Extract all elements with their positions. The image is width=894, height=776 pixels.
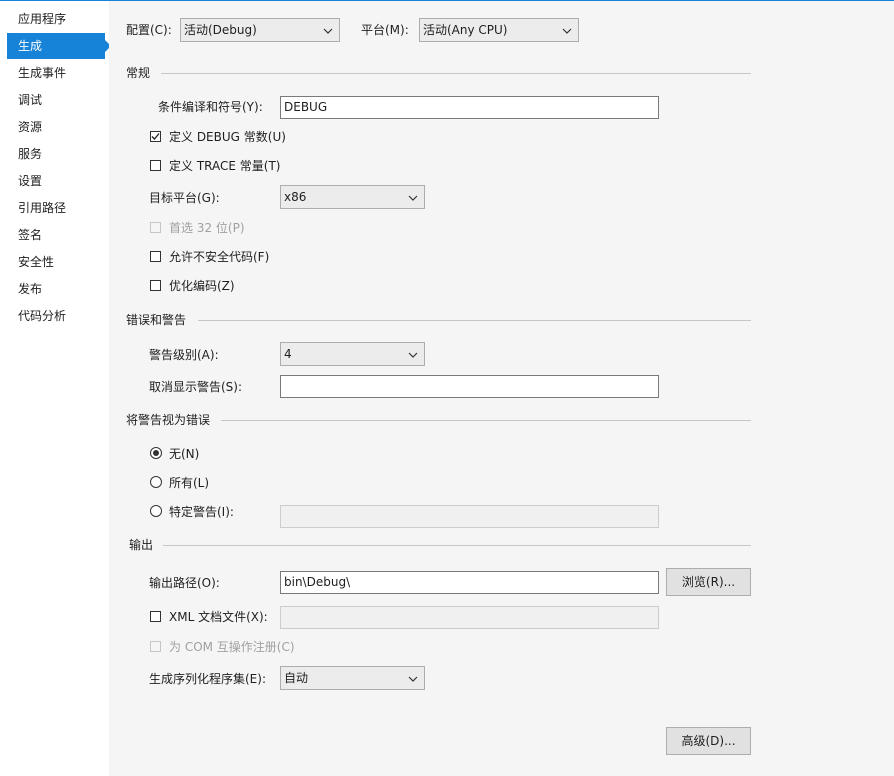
prefer-32bit-label: 首选 32 位(P) xyxy=(169,221,245,235)
sidebar-item-publish[interactable]: 发布 xyxy=(7,276,105,302)
output-path-label: 输出路径(O): xyxy=(149,576,220,590)
define-trace-label: 定义 TRACE 常量(T) xyxy=(169,159,281,173)
allow-unsafe-checkbox[interactable] xyxy=(150,251,161,262)
section-divider xyxy=(163,545,751,546)
radio-selected-dot xyxy=(153,450,159,456)
warning-level-value: 4 xyxy=(284,347,292,361)
sidebar-item-application[interactable]: 应用程序 xyxy=(7,6,105,32)
section-divider xyxy=(198,320,751,321)
chevron-down-icon xyxy=(408,676,418,682)
prefer-32bit-checkbox[interactable] xyxy=(150,222,161,233)
section-errors-title: 错误和警告 xyxy=(126,313,187,327)
sidebar-item-reference-paths[interactable]: 引用路径 xyxy=(7,195,105,221)
sidebar-item-build[interactable]: 生成 xyxy=(7,33,111,59)
sidebar-item-resources[interactable]: 资源 xyxy=(7,114,105,140)
define-trace-checkbox[interactable] xyxy=(150,160,161,171)
treat-warnings-none-radio[interactable] xyxy=(150,447,162,459)
xml-doc-label: XML 文档文件(X): xyxy=(169,610,268,624)
xml-doc-checkbox[interactable] xyxy=(150,611,161,622)
config-label: 配置(C): xyxy=(126,23,172,37)
section-divider xyxy=(161,73,751,74)
conditional-symbols-input[interactable]: DEBUG xyxy=(280,96,659,119)
section-treat-warnings-title: 将警告视为错误 xyxy=(126,413,211,427)
serialization-label: 生成序列化程序集(E): xyxy=(149,672,266,686)
treat-warnings-none-label: 无(N) xyxy=(169,447,200,461)
sidebar-item-services[interactable]: 服务 xyxy=(7,141,105,167)
treat-warnings-specific-radio[interactable] xyxy=(150,505,162,517)
section-output-title: 输出 xyxy=(129,538,154,552)
treat-warnings-all-label: 所有(L) xyxy=(169,476,210,490)
warning-level-select[interactable]: 4 xyxy=(280,342,425,366)
sidebar-item-settings[interactable]: 设置 xyxy=(7,168,105,194)
sidebar-item-security[interactable]: 安全性 xyxy=(7,249,105,275)
target-platform-label: 目标平台(G): xyxy=(149,191,220,205)
config-select[interactable]: 活动(Debug) xyxy=(180,18,340,42)
chevron-down-icon xyxy=(408,352,418,358)
treat-warnings-specific-label: 特定警告(I): xyxy=(169,505,234,519)
sidebar-item-build-events[interactable]: 生成事件 xyxy=(7,60,105,86)
platform-select[interactable]: 活动(Any CPU) xyxy=(419,18,579,42)
com-interop-checkbox[interactable] xyxy=(150,641,161,652)
optimize-code-label: 优化编码(Z) xyxy=(169,279,235,293)
sidebar: 应用程序 生成 生成事件 调试 资源 服务 设置 引用路径 签名 安全性 发布 … xyxy=(0,1,111,776)
platform-value: 活动(Any CPU) xyxy=(423,23,508,37)
define-debug-checkbox[interactable] xyxy=(150,131,161,142)
serialization-value: 自动 xyxy=(284,671,309,685)
output-path-input[interactable]: bin\Debug\ xyxy=(280,571,659,594)
section-general-title: 常规 xyxy=(126,66,151,80)
checkmark-icon xyxy=(151,133,160,140)
sidebar-item-signing[interactable]: 签名 xyxy=(7,222,105,248)
sidebar-item-code-analysis[interactable]: 代码分析 xyxy=(7,303,105,329)
com-interop-label: 为 COM 互操作注册(C) xyxy=(169,640,295,654)
warning-level-label: 警告级别(A): xyxy=(149,348,219,362)
specific-warnings-input[interactable] xyxy=(280,505,659,528)
target-platform-value: x86 xyxy=(284,190,307,204)
section-divider xyxy=(221,420,751,421)
config-value: 活动(Debug) xyxy=(184,23,257,37)
advanced-button[interactable]: 高级(D)... xyxy=(666,727,751,755)
browse-button[interactable]: 浏览(R)... xyxy=(666,568,751,596)
optimize-code-checkbox[interactable] xyxy=(150,280,161,291)
chevron-down-icon xyxy=(323,28,333,34)
xml-doc-input[interactable] xyxy=(280,606,659,629)
target-platform-select[interactable]: x86 xyxy=(280,185,425,209)
conditional-symbols-label: 条件编译和符号(Y): xyxy=(158,100,263,114)
allow-unsafe-label: 允许不安全代码(F) xyxy=(169,250,270,264)
suppress-warnings-input[interactable] xyxy=(280,375,659,398)
chevron-down-icon xyxy=(562,28,572,34)
serialization-select[interactable]: 自动 xyxy=(280,666,425,690)
sidebar-item-debug[interactable]: 调试 xyxy=(7,87,105,113)
suppress-warnings-label: 取消显示警告(S): xyxy=(149,380,243,394)
chevron-down-icon xyxy=(408,195,418,201)
treat-warnings-all-radio[interactable] xyxy=(150,476,162,488)
platform-label: 平台(M): xyxy=(361,23,409,37)
define-debug-label: 定义 DEBUG 常数(U) xyxy=(169,130,286,144)
